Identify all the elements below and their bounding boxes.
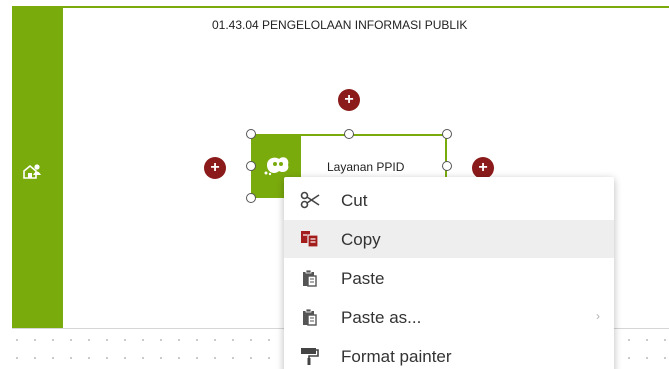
lane-header[interactable]: [12, 8, 63, 328]
paste-as-icon: [303, 308, 317, 326]
menu-item-format-painter[interactable]: Format painter: [284, 337, 614, 369]
diagram-canvas[interactable]: 01.43.04 PENGELOLAAN INFORMASI PUBLIK + …: [0, 0, 669, 369]
resize-handle[interactable]: [344, 129, 354, 139]
scissors-icon: [300, 191, 320, 209]
resize-handle[interactable]: [442, 161, 452, 171]
resize-handle[interactable]: [246, 161, 256, 171]
format-painter-icon: [301, 348, 319, 365]
resize-handle[interactable]: [442, 129, 452, 139]
menu-item-label: Cut: [341, 191, 368, 210]
resize-handle[interactable]: [246, 129, 256, 139]
menu-item-label: Copy: [341, 230, 381, 249]
menu-item-cut[interactable]: Cut: [284, 181, 614, 219]
add-element-right-button[interactable]: +: [472, 157, 494, 179]
menu-item-copy[interactable]: Copy: [284, 220, 614, 258]
paste-icon: [303, 269, 317, 287]
chevron-right-icon: ›: [596, 309, 600, 323]
menu-item-paste[interactable]: Paste: [284, 259, 614, 297]
user-task-icon: [264, 157, 289, 176]
home-people-icon: [23, 164, 41, 179]
add-element-left-button[interactable]: +: [204, 157, 226, 179]
copy-icon: [301, 231, 319, 248]
menu-item-label: Paste as...: [341, 308, 422, 327]
task-label: Layanan PPID: [327, 160, 405, 174]
resize-handle[interactable]: [246, 193, 256, 203]
menu-item-paste-as[interactable]: Paste as... ›: [284, 298, 614, 336]
add-element-top-button[interactable]: +: [338, 89, 360, 111]
menu-item-label: Paste: [341, 269, 385, 288]
context-menu: Cut Copy Paste Paste as... › Format pain…: [284, 177, 614, 369]
menu-item-label: Format painter: [341, 347, 452, 366]
pool-title: 01.43.04 PENGELOLAAN INFORMASI PUBLIK: [212, 18, 468, 32]
